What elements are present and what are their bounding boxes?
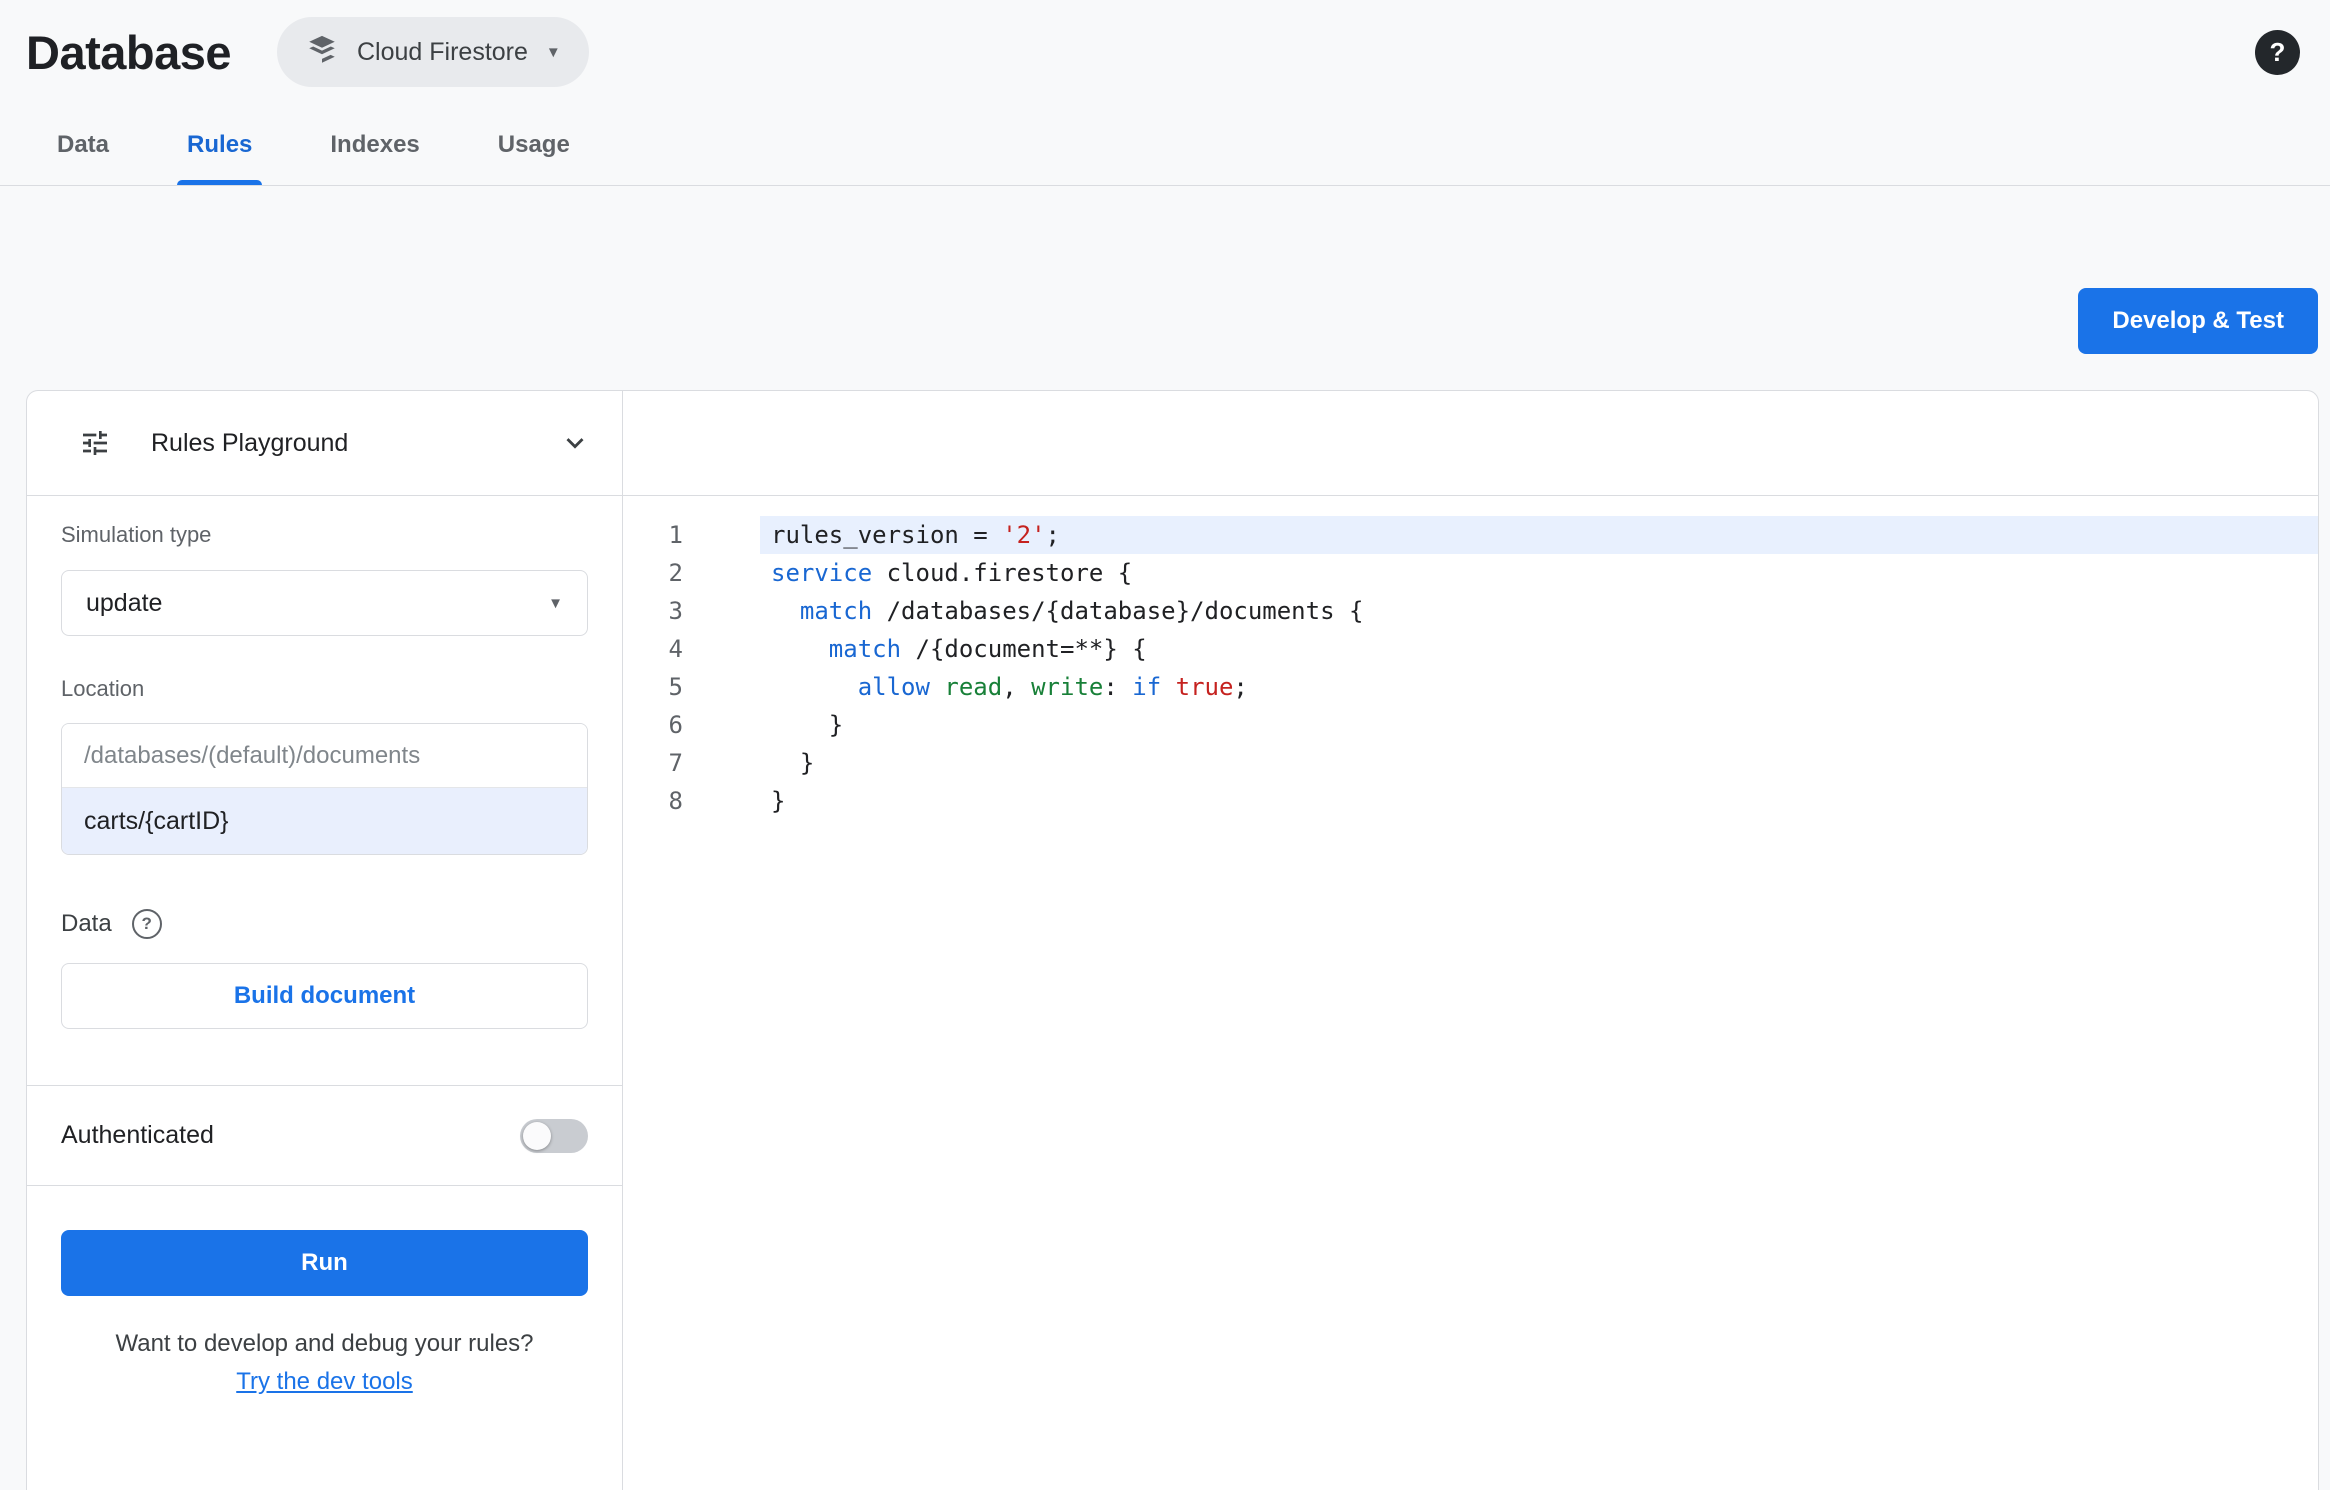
code-line[interactable]: 1 rules_version = '2'; xyxy=(623,516,2318,554)
page-title: Database xyxy=(26,25,232,79)
run-button[interactable]: Run xyxy=(61,1230,588,1296)
line-number: 7 xyxy=(668,749,683,777)
line-number: 3 xyxy=(668,597,683,625)
chevron-down-icon: ▼ xyxy=(545,43,561,61)
help-button[interactable]: ? xyxy=(2255,29,2300,75)
code-line-text: service cloud.firestore { xyxy=(771,559,1133,587)
code-line[interactable]: 3 match /databases/{database}/documents … xyxy=(623,592,2318,630)
line-number: 4 xyxy=(668,635,683,663)
editor-toolbar xyxy=(623,391,2318,496)
collapse-chevron-icon[interactable] xyxy=(558,426,592,460)
product-selector[interactable]: Cloud Firestore ▼ xyxy=(277,17,589,87)
tab-rules[interactable]: Rules xyxy=(176,104,263,185)
firestore-database-page: Database Cloud Firestore ▼ ? Data Rules … xyxy=(0,0,2330,1490)
data-section-header: Data ? xyxy=(61,909,588,939)
rules-playground-header[interactable]: Rules Playground xyxy=(27,391,622,496)
simulation-type-label: Simulation type xyxy=(61,522,212,547)
tab-indexes[interactable]: Indexes xyxy=(330,104,419,185)
code-line[interactable]: 2 service cloud.firestore { xyxy=(623,554,2318,592)
code-line-text: } xyxy=(771,787,786,815)
code-line[interactable]: 4 match /{document=**} { xyxy=(623,630,2318,668)
help-circle-icon[interactable]: ? xyxy=(131,909,162,939)
line-number: 6 xyxy=(668,711,683,739)
build-document-button[interactable]: Build document xyxy=(61,963,588,1029)
code-line[interactable]: 8} xyxy=(623,782,2318,820)
code-editor: 1 rules_version = '2'; 2 service cloud.fire… xyxy=(623,391,2318,1490)
line-number: 5 xyxy=(668,673,683,701)
line-number: 2 xyxy=(668,559,683,587)
tab-data[interactable]: Data xyxy=(57,104,109,185)
toggle-knob xyxy=(523,1121,551,1150)
code-line-text: rules_version = '2'; xyxy=(760,516,2318,554)
dev-tools-link[interactable]: Try the dev tools xyxy=(61,1368,588,1396)
code-line[interactable]: 6 } xyxy=(623,706,2318,744)
authenticated-row: Authenticated xyxy=(27,1086,622,1186)
chevron-down-icon: ▼ xyxy=(548,594,563,612)
product-selector-label: Cloud Firestore xyxy=(357,37,528,66)
code-line-text: allow read, write: if true; xyxy=(857,673,1248,701)
code-line-text: match /databases/{database}/documents { xyxy=(799,597,1364,625)
data-label: Data xyxy=(61,910,112,937)
code-line[interactable]: 5 allow read, write: if true; xyxy=(623,668,2318,706)
code-line[interactable]: 7 } xyxy=(623,744,2318,782)
develop-test-button[interactable]: Develop & Test xyxy=(2078,288,2318,354)
code-line-text: } xyxy=(771,749,815,777)
location-label: Location xyxy=(61,676,145,701)
tune-icon xyxy=(79,427,111,459)
rules-editor-card: Rules Playground Simulation type update … xyxy=(26,390,2319,1490)
playground-form: Simulation type update ▼ Location /datab… xyxy=(27,496,622,1086)
toolbar-row: Develop & Test xyxy=(0,186,2330,390)
location-input[interactable]: carts/{cartID} xyxy=(62,788,587,854)
simulation-type-value: update xyxy=(86,588,163,617)
tab-usage[interactable]: Usage xyxy=(498,104,570,185)
run-section: Run Want to develop and debug your rules… xyxy=(27,1186,622,1396)
line-number: 1 xyxy=(668,521,683,549)
location-field: /databases/(default)/documents carts/{ca… xyxy=(61,723,588,855)
code-line-text: } xyxy=(771,711,844,739)
code-lines[interactable]: 1 rules_version = '2'; 2 service cloud.fire… xyxy=(623,496,2318,820)
authenticated-toggle[interactable] xyxy=(520,1118,588,1153)
line-number: 8 xyxy=(668,787,683,815)
tab-bar: Data Rules Indexes Usage xyxy=(0,104,2330,186)
page-header: Database Cloud Firestore ▼ ? xyxy=(0,0,2330,104)
location-prefix: /databases/(default)/documents xyxy=(62,724,587,788)
simulation-type-select[interactable]: update ▼ xyxy=(61,570,588,636)
authenticated-label: Authenticated xyxy=(61,1121,214,1149)
firestore-icon xyxy=(305,33,339,72)
rules-playground-panel: Rules Playground Simulation type update … xyxy=(27,391,623,1490)
rules-playground-title: Rules Playground xyxy=(151,428,349,457)
dev-tools-hint: Want to develop and debug your rules? xyxy=(115,1330,534,1357)
code-line-text: match /{document=**} { xyxy=(828,635,1147,663)
